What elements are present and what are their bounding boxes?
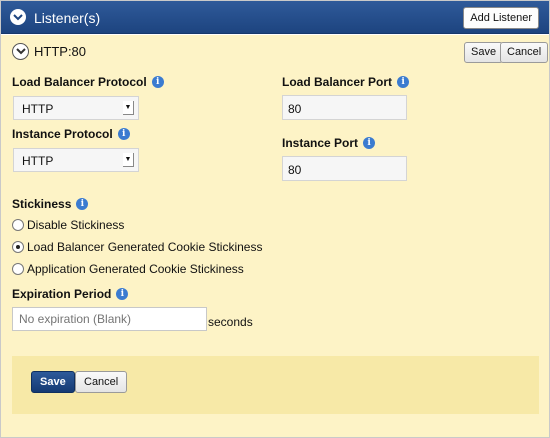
info-icon[interactable]: i xyxy=(397,76,410,88)
radio-button[interactable] xyxy=(12,219,24,231)
info-icon[interactable]: i xyxy=(117,128,130,140)
listener-cancel-button[interactable]: Cancel xyxy=(500,42,549,63)
instance-port-field[interactable]: 80 xyxy=(282,156,407,181)
listener-save-button[interactable]: Save xyxy=(464,42,504,63)
lb-protocol-label: Load Balancer Protocol i xyxy=(12,75,164,89)
cancel-button[interactable]: Cancel xyxy=(75,371,128,393)
stickiness-label: Stickiness i xyxy=(12,197,89,211)
info-icon[interactable]: i xyxy=(76,198,89,210)
add-listener-button[interactable]: Add Listener xyxy=(463,7,539,29)
radio-disable-stickiness[interactable]: Disable Stickiness xyxy=(12,218,124,232)
radio-app-cookie-stickiness[interactable]: Application Generated Cookie Stickiness xyxy=(12,262,244,276)
info-icon[interactable]: i xyxy=(363,137,376,149)
instance-protocol-label: Instance Protocol i xyxy=(12,127,130,141)
dropdown-arrow-icon: ▼ xyxy=(123,153,134,167)
radio-button-selected[interactable] xyxy=(12,241,24,253)
chevron-down-icon[interactable] xyxy=(12,43,29,60)
info-icon[interactable]: i xyxy=(116,288,129,300)
listeners-header: Listener(s) Add Listener xyxy=(1,1,549,34)
instance-protocol-select[interactable]: HTTP ▼ xyxy=(13,148,139,172)
instance-port-label: Instance Port i xyxy=(282,136,376,150)
listener-title: HTTP:80 xyxy=(34,44,87,59)
lb-protocol-select[interactable]: HTTP ▼ xyxy=(13,96,139,120)
listeners-panel: Listener(s) Add Listener HTTP:80 Save Ca… xyxy=(0,0,550,438)
expiration-input[interactable] xyxy=(12,307,207,331)
expiration-unit: seconds xyxy=(208,315,253,329)
dropdown-arrow-icon: ▼ xyxy=(123,101,134,115)
panel-title: Listener(s) xyxy=(34,10,101,26)
chevron-down-icon[interactable] xyxy=(10,9,26,25)
info-icon[interactable]: i xyxy=(151,76,164,88)
save-button[interactable]: Save xyxy=(31,371,75,393)
listener-body: HTTP:80 Save Cancel Load Balancer Protoc… xyxy=(1,35,549,437)
radio-lb-cookie-stickiness[interactable]: Load Balancer Generated Cookie Stickines… xyxy=(12,240,262,254)
lb-port-field[interactable]: 80 xyxy=(282,95,407,120)
radio-button[interactable] xyxy=(12,263,24,275)
expiration-label: Expiration Period i xyxy=(12,287,129,301)
lb-port-label: Load Balancer Port i xyxy=(282,75,410,89)
form-footer: Save Cancel xyxy=(12,356,539,414)
